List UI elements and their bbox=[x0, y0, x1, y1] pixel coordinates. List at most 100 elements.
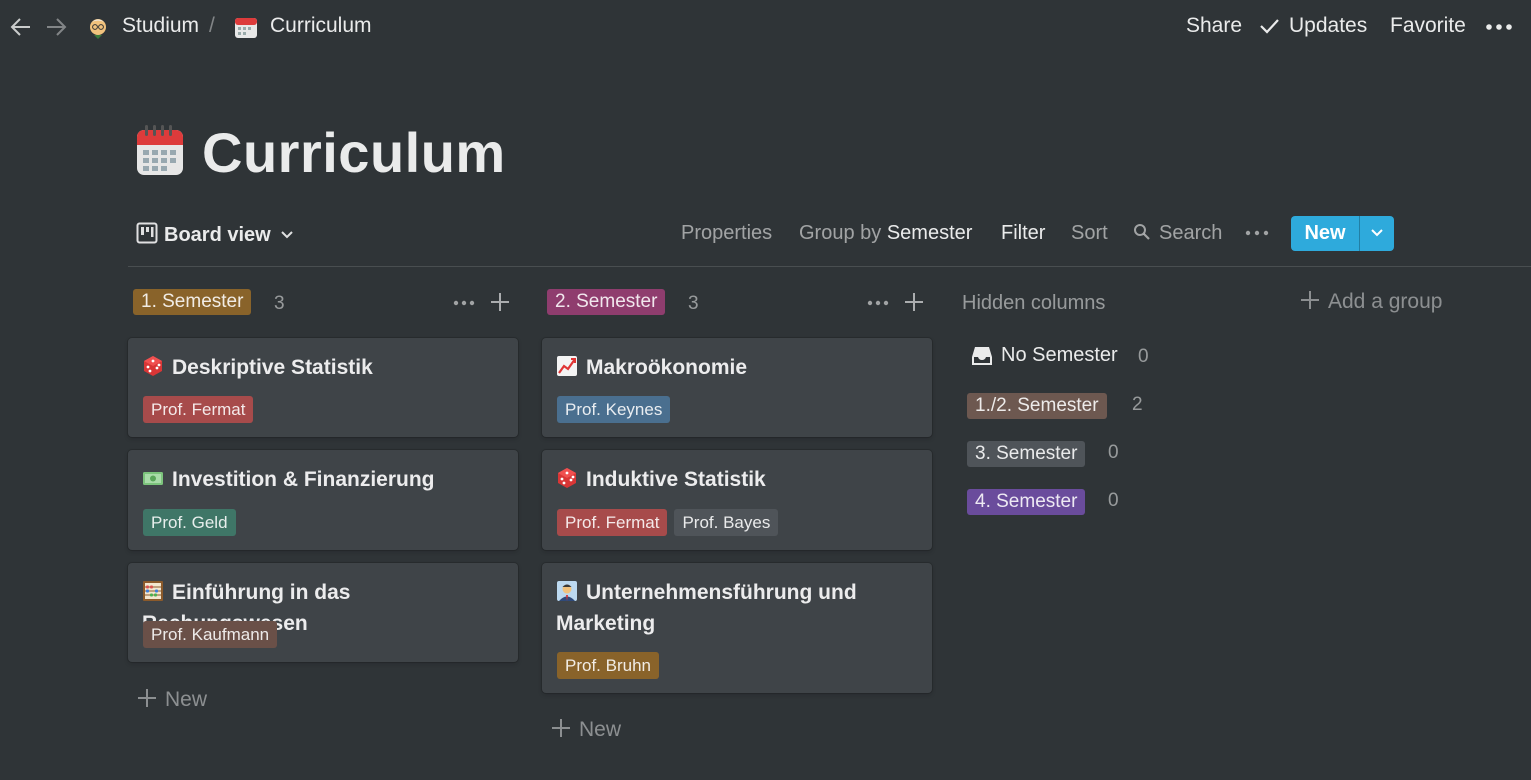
add-new-card-button[interactable]: New bbox=[137, 688, 207, 714]
card-tags: Prof. Fermat bbox=[143, 396, 260, 423]
add-group-label: Add a group bbox=[1328, 290, 1443, 313]
card-title: Unternehmensführung und Marketing bbox=[556, 577, 920, 639]
more-options-icon[interactable] bbox=[453, 291, 477, 321]
group-tag[interactable]: 2. Semester bbox=[547, 289, 666, 315]
group-tag[interactable]: 1. Semester bbox=[133, 289, 252, 315]
share-button[interactable]: Share bbox=[1186, 14, 1242, 38]
card-tags: Prof. Kaufmann bbox=[143, 621, 284, 648]
page-title[interactable]: Curriculum bbox=[202, 120, 506, 185]
board-view-selector[interactable]: Board view bbox=[136, 222, 294, 247]
professor-tag: Prof. Bayes bbox=[674, 509, 779, 536]
plus-icon bbox=[551, 718, 571, 744]
professor-tag: Prof. Keynes bbox=[557, 396, 671, 423]
professor-tag: Prof. Bruhn bbox=[557, 652, 659, 679]
plus-icon bbox=[137, 688, 157, 714]
hidden-columns-title: Hidden columns bbox=[962, 292, 1106, 314]
chevron-down-icon[interactable] bbox=[1360, 216, 1394, 251]
search-icon bbox=[1133, 223, 1153, 247]
search-button[interactable]: Search bbox=[1133, 222, 1222, 247]
group-tag: 3. Semester bbox=[967, 441, 1086, 467]
hidden-group-count: 0 bbox=[1108, 490, 1119, 511]
hidden-group-1-2-semester[interactable]: 1./2. Semester 2 bbox=[967, 393, 1143, 421]
add-new-label: New bbox=[579, 718, 622, 741]
scientist-icon bbox=[86, 15, 110, 39]
card-title-text: Investition & Finanzierung bbox=[172, 468, 435, 491]
card-title: Makroökonomie bbox=[556, 352, 920, 383]
card-induktive-statistik[interactable]: Induktive Statistik Prof. Fermat Prof. Ba… bbox=[542, 450, 932, 550]
dice-icon bbox=[142, 355, 164, 377]
more-options-icon[interactable] bbox=[867, 291, 891, 321]
chevron-down-icon bbox=[280, 223, 294, 246]
group-by-value: Semester bbox=[886, 222, 973, 244]
dice-icon bbox=[556, 467, 578, 489]
card-tags: Prof. Keynes bbox=[557, 396, 677, 423]
properties-button[interactable]: Properties bbox=[681, 222, 772, 245]
card-title-text: Unternehmensführung und Marketing bbox=[556, 581, 857, 635]
plus-icon[interactable] bbox=[489, 291, 511, 319]
businessman-icon bbox=[556, 580, 578, 602]
breadcrumb-studium[interactable]: Studium bbox=[122, 14, 199, 38]
more-options-icon[interactable] bbox=[1485, 14, 1515, 44]
topbar: Studium / Curriculum Share Updates Favor… bbox=[0, 0, 1531, 56]
more-options-icon[interactable] bbox=[1245, 220, 1269, 250]
money-icon bbox=[142, 467, 164, 489]
hidden-group-label: No Semester bbox=[1001, 344, 1118, 366]
column-count: 3 bbox=[688, 293, 699, 314]
hidden-group-4-semester[interactable]: 4. Semester 0 bbox=[967, 489, 1119, 517]
add-group-button[interactable]: Add a group bbox=[1300, 290, 1442, 316]
new-button[interactable]: New bbox=[1291, 216, 1394, 251]
card-investition-finanzierung[interactable]: Investition & Finanzierung Prof. Geld bbox=[128, 450, 518, 550]
group-by-label: Group by bbox=[799, 222, 882, 244]
add-new-label: New bbox=[165, 688, 208, 711]
add-new-card-button[interactable]: New bbox=[551, 718, 621, 744]
forward-arrow-icon[interactable] bbox=[43, 14, 69, 42]
professor-tag: Prof. Geld bbox=[143, 509, 236, 536]
card-deskriptive-statistik[interactable]: Deskriptive Statistik Prof. Fermat bbox=[128, 338, 518, 437]
hidden-group-count: 2 bbox=[1132, 394, 1143, 415]
plus-icon[interactable] bbox=[903, 291, 925, 319]
card-unternehmensfuehrung-marketing[interactable]: Unternehmensführung und Marketing Prof. … bbox=[542, 563, 932, 693]
hidden-group-count: 0 bbox=[1108, 442, 1119, 463]
card-einfuehrung-rechnungswesen[interactable]: Einführung in das Rechungswesen Prof. Ka… bbox=[128, 563, 518, 662]
new-button-label: New bbox=[1304, 222, 1346, 244]
filter-button[interactable]: Filter bbox=[1001, 222, 1045, 245]
card-tags: Prof. Fermat Prof. Bayes bbox=[557, 509, 785, 536]
hidden-group-count: 0 bbox=[1138, 346, 1149, 367]
view-toolbar: Board view Properties Group by Semester … bbox=[128, 212, 1531, 267]
column-count: 3 bbox=[274, 293, 285, 314]
board-icon bbox=[136, 222, 158, 244]
inbox-icon bbox=[970, 344, 994, 368]
breadcrumb-separator: / bbox=[209, 14, 215, 37]
card-tags: Prof. Geld bbox=[143, 509, 243, 536]
column-header-2-semester: 2. Semester bbox=[547, 289, 666, 317]
search-label: Search bbox=[1159, 222, 1223, 244]
card-title-text: Deskriptive Statistik bbox=[172, 356, 373, 379]
professor-tag: Prof. Kaufmann bbox=[143, 621, 278, 648]
back-arrow-icon[interactable] bbox=[8, 14, 34, 42]
card-title-text: Makroökonomie bbox=[586, 356, 748, 379]
board-view-label: Board view bbox=[164, 224, 271, 246]
card-makrooekonomie[interactable]: Makroökonomie Prof. Keynes bbox=[542, 338, 932, 437]
group-by-button[interactable]: Group by Semester bbox=[799, 222, 972, 245]
card-tags: Prof. Bruhn bbox=[557, 652, 666, 679]
group-tag: 4. Semester bbox=[967, 489, 1086, 515]
favorite-button[interactable]: Favorite bbox=[1390, 14, 1466, 38]
abacus-icon bbox=[142, 580, 164, 602]
calendar-icon[interactable] bbox=[136, 124, 184, 176]
card-title-text: Induktive Statistik bbox=[586, 468, 766, 491]
group-tag: 1./2. Semester bbox=[967, 393, 1107, 419]
sort-button[interactable]: Sort bbox=[1071, 222, 1108, 245]
updates-button[interactable]: Updates bbox=[1289, 14, 1367, 38]
plus-icon bbox=[1300, 290, 1320, 316]
card-title: Deskriptive Statistik bbox=[142, 352, 506, 383]
checkmark-icon bbox=[1258, 14, 1282, 43]
breadcrumb-curriculum[interactable]: Curriculum bbox=[270, 14, 372, 38]
chart-increasing-icon bbox=[556, 355, 578, 377]
card-title: Induktive Statistik bbox=[556, 464, 920, 495]
hidden-group-3-semester[interactable]: 3. Semester 0 bbox=[967, 441, 1119, 469]
calendar-icon bbox=[234, 15, 258, 39]
professor-tag: Prof. Fermat bbox=[143, 396, 254, 423]
card-title: Investition & Finanzierung bbox=[142, 464, 506, 495]
professor-tag: Prof. Fermat bbox=[557, 509, 668, 536]
column-header-1-semester: 1. Semester bbox=[133, 289, 252, 317]
